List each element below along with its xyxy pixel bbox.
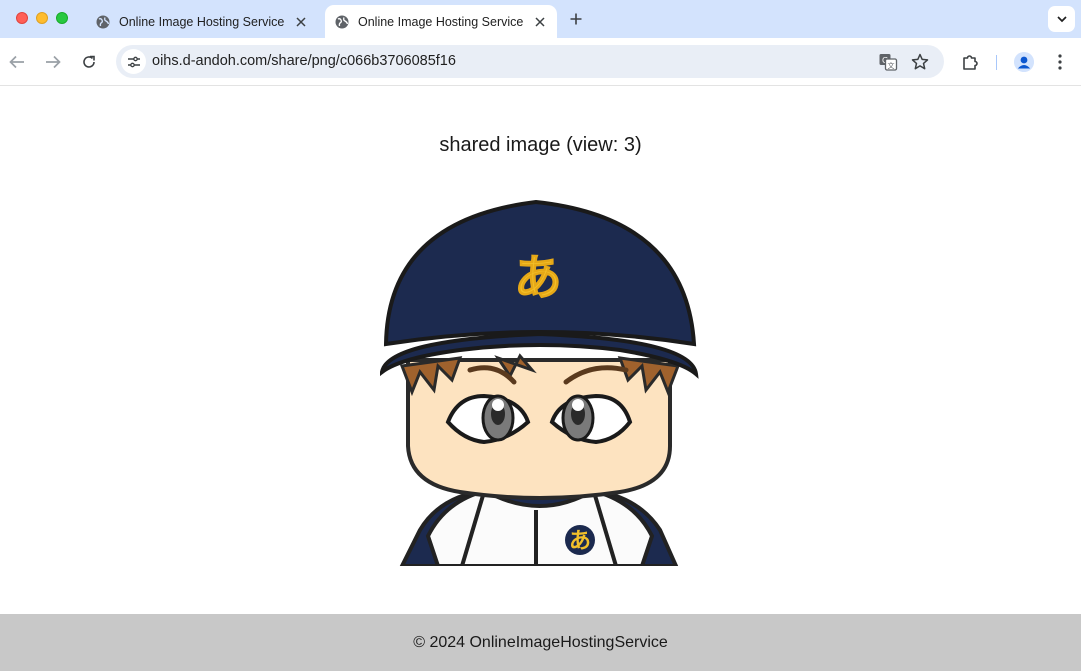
star-icon[interactable] — [910, 52, 930, 72]
page-title: shared image (view: 3) — [439, 134, 642, 156]
plus-icon — [570, 13, 582, 25]
tab-active[interactable]: Online Image Hosting Service — [325, 5, 557, 38]
reload-icon — [83, 55, 95, 68]
window-close-button[interactable] — [16, 12, 28, 24]
site-info-button[interactable] — [121, 49, 146, 74]
forward-button[interactable] — [43, 52, 63, 72]
shared-image[interactable]: あ あ — [380, 200, 700, 566]
window-minimize-button[interactable] — [36, 12, 48, 24]
arrow-left-icon — [9, 55, 24, 69]
globe-icon — [96, 15, 110, 29]
globe-icon — [335, 15, 349, 29]
arrow-right-icon — [46, 55, 61, 69]
new-tab-button[interactable] — [566, 9, 586, 29]
tune-icon — [127, 56, 140, 67]
toolbar-divider — [996, 55, 997, 70]
jersey-letter: あ — [569, 528, 591, 553]
reload-button[interactable] — [79, 52, 99, 72]
tab-strip: Online Image Hosting Service Online Imag… — [0, 0, 1081, 38]
tab-search-button[interactable] — [1048, 6, 1075, 32]
kebab-menu-icon[interactable] — [1050, 52, 1070, 72]
person-icon[interactable] — [1014, 52, 1034, 72]
page-footer: © 2024 OnlineImageHostingService — [0, 614, 1081, 671]
chevron-down-icon — [1056, 15, 1067, 22]
translate-icon[interactable]: G文 — [878, 52, 898, 72]
url-text[interactable]: oihs.d-andoh.com/share/png/c066b3706085f… — [152, 53, 456, 69]
tab-title: Online Image Hosting Service — [119, 14, 285, 29]
tab-inactive[interactable]: Online Image Hosting Service — [86, 5, 318, 38]
svg-text:文: 文 — [888, 61, 895, 70]
tab-close-icon[interactable] — [292, 13, 310, 31]
browser-toolbar: oihs.d-andoh.com/share/png/c066b3706085f… — [0, 38, 1081, 86]
cap-letter: あ — [514, 252, 562, 305]
back-button[interactable] — [7, 52, 27, 72]
page-content: shared image (view: 3) あ あ © 2024 Online… — [0, 86, 1081, 671]
puzzle-icon[interactable] — [960, 52, 980, 72]
window-zoom-button[interactable] — [56, 12, 68, 24]
address-bar[interactable]: oihs.d-andoh.com/share/png/c066b3706085f… — [116, 45, 944, 78]
tab-close-icon[interactable] — [531, 13, 549, 31]
tab-title: Online Image Hosting Service — [358, 14, 524, 29]
